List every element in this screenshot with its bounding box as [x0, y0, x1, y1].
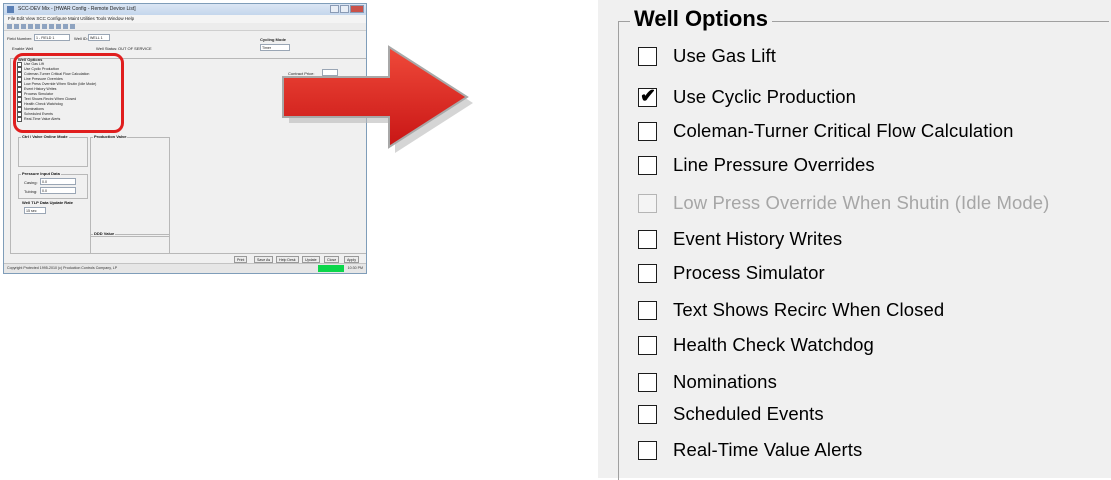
well-id-field[interactable]: WELL 1: [88, 34, 110, 41]
tubing-label: Tubing:: [24, 189, 38, 194]
copy-icon[interactable]: [42, 24, 47, 29]
close-button[interactable]: Close: [324, 256, 340, 263]
checkbox[interactable]: [638, 263, 657, 283]
print-button[interactable]: Print: [234, 256, 248, 263]
option-label: Use Gas Lift: [673, 45, 776, 66]
option-nominations[interactable]: Nominations: [638, 367, 777, 397]
status-time: 10:30 PM: [347, 266, 363, 270]
checkbox[interactable]: [638, 46, 657, 66]
option-real-time-value-alerts[interactable]: Real-Time Value Alerts: [638, 435, 862, 465]
option-event-history-writes[interactable]: Event History Writes: [638, 224, 842, 254]
well-status-label: Well Status:: [96, 46, 118, 51]
checkbox[interactable]: [638, 440, 657, 460]
well-options-panel: Well Options Use Gas Lift Use Cyclic Pro…: [598, 0, 1111, 480]
print-icon[interactable]: [28, 24, 33, 29]
open-icon[interactable]: [14, 24, 19, 29]
casing-label: Casing:: [24, 180, 38, 185]
production-valve-label: Production Valve: [93, 134, 128, 139]
status-text: Copyright Protected 1995-2010 (c) Produc…: [7, 266, 118, 270]
field-number-label: Field Number:: [7, 36, 33, 41]
option-label: Process Simulator: [673, 262, 825, 283]
option-label: Line Pressure Overrides: [673, 154, 875, 175]
cycling-mode-label: Cycling Mode: [260, 37, 287, 42]
app-icon: [7, 6, 14, 13]
option-label: Scheduled Events: [673, 403, 824, 424]
checkbox[interactable]: [638, 155, 657, 175]
thumbnail-title: SCC-DEV Mix - [HWAR Config - Remote Devi…: [18, 6, 136, 12]
cut-icon[interactable]: [35, 24, 40, 29]
option-label: Event History Writes: [673, 228, 843, 249]
option-scheduled-events[interactable]: Scheduled Events: [638, 399, 824, 429]
undo-icon[interactable]: [56, 24, 61, 29]
checkbox[interactable]: [638, 300, 657, 320]
new-icon[interactable]: [7, 24, 12, 29]
checkbox-checked[interactable]: [638, 85, 657, 108]
option-use-gas-lift[interactable]: Use Gas Lift: [638, 41, 776, 71]
option-label: Text Shows Recirc When Closed: [673, 299, 945, 320]
help-desk-button[interactable]: Help Desk: [276, 256, 299, 263]
refresh-icon[interactable]: [63, 24, 68, 29]
option-label: Nominations: [673, 371, 777, 392]
valve-online-label: Ctrl / Valve Online Mode: [21, 134, 69, 139]
update-button[interactable]: Update: [302, 256, 320, 263]
checkbox[interactable]: [638, 372, 657, 392]
paste-icon[interactable]: [49, 24, 54, 29]
status-bar: Copyright Protected 1995-2010 (c) Produc…: [4, 263, 366, 273]
option-label: Use Cyclic Production: [673, 86, 857, 107]
tlp-update-select[interactable]: 15 sec: [24, 207, 46, 214]
well-status-value: OUT OF SERVICE: [118, 46, 152, 51]
checkbox[interactable]: [638, 229, 657, 249]
close-icon[interactable]: [350, 5, 364, 13]
option-label: Health Check Watchdog: [673, 334, 874, 355]
option-line-pressure-overrides[interactable]: Line Pressure Overrides: [638, 150, 875, 180]
option-label: Real-Time Value Alerts: [673, 439, 863, 460]
well-options-title: Well Options: [630, 6, 773, 32]
checkbox[interactable]: [638, 335, 657, 355]
apply-button[interactable]: Apply: [344, 256, 359, 263]
highlight-circle: [13, 53, 124, 133]
maximize-icon[interactable]: [340, 5, 349, 13]
option-process-simulator[interactable]: Process Simulator: [638, 258, 825, 288]
checkbox[interactable]: [638, 404, 657, 424]
option-coleman-turner[interactable]: Coleman-Turner Critical Flow Calculation: [638, 116, 1014, 146]
pressure-input-label: Pressure Input Data: [21, 171, 61, 176]
option-label: Coleman-Turner Critical Flow Calculation: [673, 120, 1014, 141]
option-use-cyclic-production[interactable]: Use Cyclic Production: [638, 82, 856, 112]
option-low-press-override: Low Press Override When Shutin (Idle Mod…: [638, 188, 1049, 218]
option-health-check-watchdog[interactable]: Health Check Watchdog: [638, 330, 874, 360]
option-text-shows-recirc[interactable]: Text Shows Recirc When Closed: [638, 295, 944, 325]
save-icon[interactable]: [21, 24, 26, 29]
status-indicator: [318, 265, 344, 272]
help-icon[interactable]: [70, 24, 75, 29]
option-label: Low Press Override When Shutin (Idle Mod…: [673, 192, 1050, 213]
minimize-icon[interactable]: [330, 5, 339, 13]
ddd-value-group: [90, 234, 170, 254]
ddd-value-label: DDD Value: [93, 231, 116, 236]
well-id-label: Well ID:: [74, 36, 88, 41]
enable-well-label[interactable]: Enable Well: [12, 46, 33, 51]
checkbox-disabled: [638, 193, 657, 213]
window-controls: [330, 5, 364, 13]
thumbnail-menu-bar[interactable]: File Edit View SCC Configure Maint Utili…: [4, 15, 366, 23]
field-number-select[interactable]: 1 - FIELD 1: [34, 34, 70, 41]
arrow-icon: [282, 45, 473, 153]
tlp-update-label: Well TLP Data Update Rate: [21, 200, 74, 205]
valve-online-group: [18, 137, 88, 167]
thumbnail-toolbar: [4, 23, 366, 31]
thumbnail-title-bar: SCC-DEV Mix - [HWAR Config - Remote Devi…: [4, 4, 366, 15]
casing-field[interactable]: 0.0: [40, 178, 76, 185]
production-valve-group: [90, 137, 170, 237]
tubing-field[interactable]: 0.0: [40, 187, 76, 194]
save-as-button[interactable]: Save As: [254, 256, 274, 263]
checkbox[interactable]: [638, 121, 657, 141]
